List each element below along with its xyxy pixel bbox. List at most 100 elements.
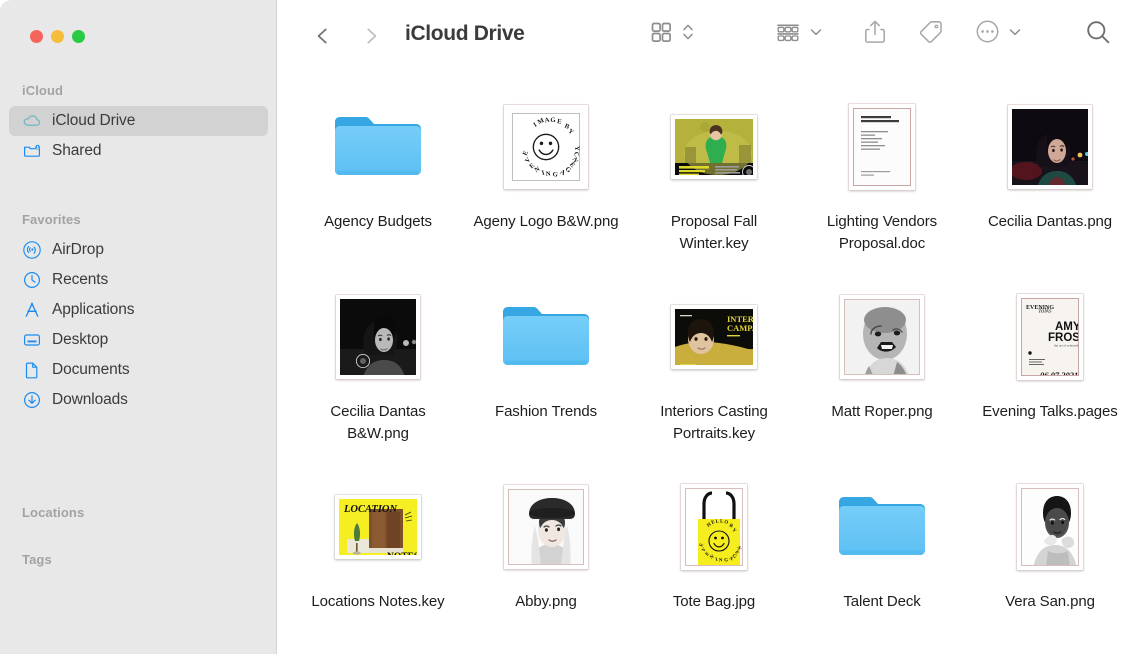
file-item[interactable]: Talent Deck [798,473,966,654]
grid-view-icon[interactable] [648,19,674,50]
folder-icon [501,287,591,387]
file-name: Agency Budgets [324,211,432,233]
file-name: Interiors Casting Portraits.key [639,401,789,445]
documents-icon [22,360,42,380]
sidebar-item-label: Desktop [52,331,108,349]
icloud-drive-icon [22,111,42,131]
file-item[interactable]: Cecilia Dantas.png [966,93,1134,283]
file-thumbnail [504,477,588,577]
file-thumbnail [336,287,420,387]
share-button[interactable] [862,18,888,50]
file-item[interactable]: Abby.png [462,473,630,654]
view-mode-control[interactable] [648,18,695,50]
file-item[interactable]: Matt Roper.png [798,283,966,473]
file-name: Lighting Vendors Proposal.doc [807,211,957,255]
chevron-down-icon[interactable] [809,25,823,44]
sidebar-item-recents[interactable]: Recents [9,265,268,295]
more-ellipsis-icon[interactable] [974,18,1001,50]
file-thumbnail: H E L L O B Y E V E [681,477,747,577]
sidebar-item-desktop[interactable]: Desktop [9,325,268,355]
back-button[interactable] [307,20,339,52]
file-item[interactable]: I M A G E B Y E V E [462,93,630,283]
sidebar-item-airdrop[interactable]: AirDrop [9,235,268,265]
svg-text:Talks: Talks [1038,308,1052,315]
file-thumbnail [671,97,757,197]
sidebar-item-label: Recents [52,271,108,289]
file-name: Talent Deck [843,591,920,613]
group-items-icon[interactable] [774,19,802,50]
sidebar-item-applications[interactable]: Applications [9,295,268,325]
file-name: Cecilia Dantas.png [988,211,1112,233]
shared-folder-icon [22,141,42,161]
finder-window: iCloud iCloud Drive [0,0,1144,654]
svg-text:NOTES: NOTES [387,552,417,555]
sidebar-item-icloud-drive[interactable]: iCloud Drive [9,106,268,136]
sidebar: iCloud iCloud Drive [0,0,277,654]
file-grid-container: Agency Budgets [278,72,1144,654]
sidebar-section-tags: Tags [0,551,277,575]
svg-text:the art of rebranding: the art of rebranding [1054,344,1079,348]
file-item[interactable]: Cecilia Dantas B&W.png [294,283,462,473]
sidebar-section-icloud: iCloud iCloud Drive [0,82,277,166]
sidebar-section-locations: Locations [0,504,277,528]
file-item[interactable]: Proposal Fall Winter.key [630,93,798,283]
file-name: Evening Talks.pages [982,401,1117,423]
search-button[interactable] [1084,18,1112,50]
file-thumbnail [849,97,915,197]
edit-tags-button[interactable] [917,18,945,50]
sidebar-item-label: Documents [52,361,130,379]
search-icon[interactable] [1084,18,1112,51]
folder-icon [333,97,423,197]
sidebar-item-downloads[interactable]: Downloads [9,385,268,415]
file-name: Proposal Fall Winter.key [639,211,789,255]
file-thumbnail: LOCATION NOTES [335,477,421,577]
file-name: Abby.png [515,591,576,613]
downloads-icon [22,390,42,410]
toolbar: iCloud Drive [277,0,1144,72]
minimize-window-button[interactable] [51,30,64,43]
airdrop-icon [22,240,42,260]
svg-text:FROST: FROST [1048,332,1079,344]
forward-button[interactable] [355,20,387,52]
file-name: Locations Notes.key [311,591,444,613]
close-window-button[interactable] [30,30,43,43]
share-icon[interactable] [862,18,888,51]
chevron-down-icon[interactable] [1008,25,1022,44]
page-title: iCloud Drive [405,18,524,50]
file-thumbnail: EVENING Talks AMY FROST the art of rebra… [1017,287,1083,387]
sidebar-item-shared[interactable]: Shared [9,136,268,166]
applications-icon [22,300,42,320]
folder-icon [837,477,927,577]
file-item[interactable]: EVENING Talks AMY FROST the art of rebra… [966,283,1134,473]
group-items-control[interactable] [774,18,823,50]
file-name: Tote Bag.jpg [673,591,755,613]
file-grid: Agency Budgets [278,72,1144,654]
svg-text:Y: Y [573,146,580,151]
file-thumbnail: I M A G E B Y E V E [504,97,588,197]
file-item[interactable]: Lighting Vendors Proposal.doc [798,93,966,283]
file-item[interactable]: H E L L O B Y E V E [630,473,798,654]
more-actions-control[interactable] [974,18,1022,50]
svg-text:N: N [545,170,551,177]
chevron-up-down-icon[interactable] [681,20,695,49]
recents-clock-icon [22,270,42,290]
file-name: Vera San.png [1005,591,1095,613]
file-item[interactable]: LOCATION NOTES Locations Notes.key [294,473,462,654]
sidebar-header-tags: Tags [0,551,277,569]
sidebar-item-label: AirDrop [52,241,104,259]
file-item[interactable]: Vera San.png [966,473,1134,654]
file-name: Cecilia Dantas B&W.png [303,401,453,445]
tag-icon[interactable] [917,18,945,51]
file-item[interactable]: Fashion Trends [462,283,630,473]
sidebar-header-icloud: iCloud [0,82,277,100]
svg-text:G: G [724,558,729,564]
file-item[interactable]: INTERIORS CAMPAIGN Interiors Casting Por… [630,283,798,473]
sidebar-header-favorites: Favorites [0,211,277,229]
traffic-lights [30,30,85,43]
desktop-icon [22,330,42,350]
file-item[interactable]: Agency Budgets [294,93,462,283]
file-name: Fashion Trends [495,401,597,423]
sidebar-item-documents[interactable]: Documents [9,355,268,385]
maximize-window-button[interactable] [72,30,85,43]
sidebar-section-favorites: Favorites AirDrop [0,211,277,415]
